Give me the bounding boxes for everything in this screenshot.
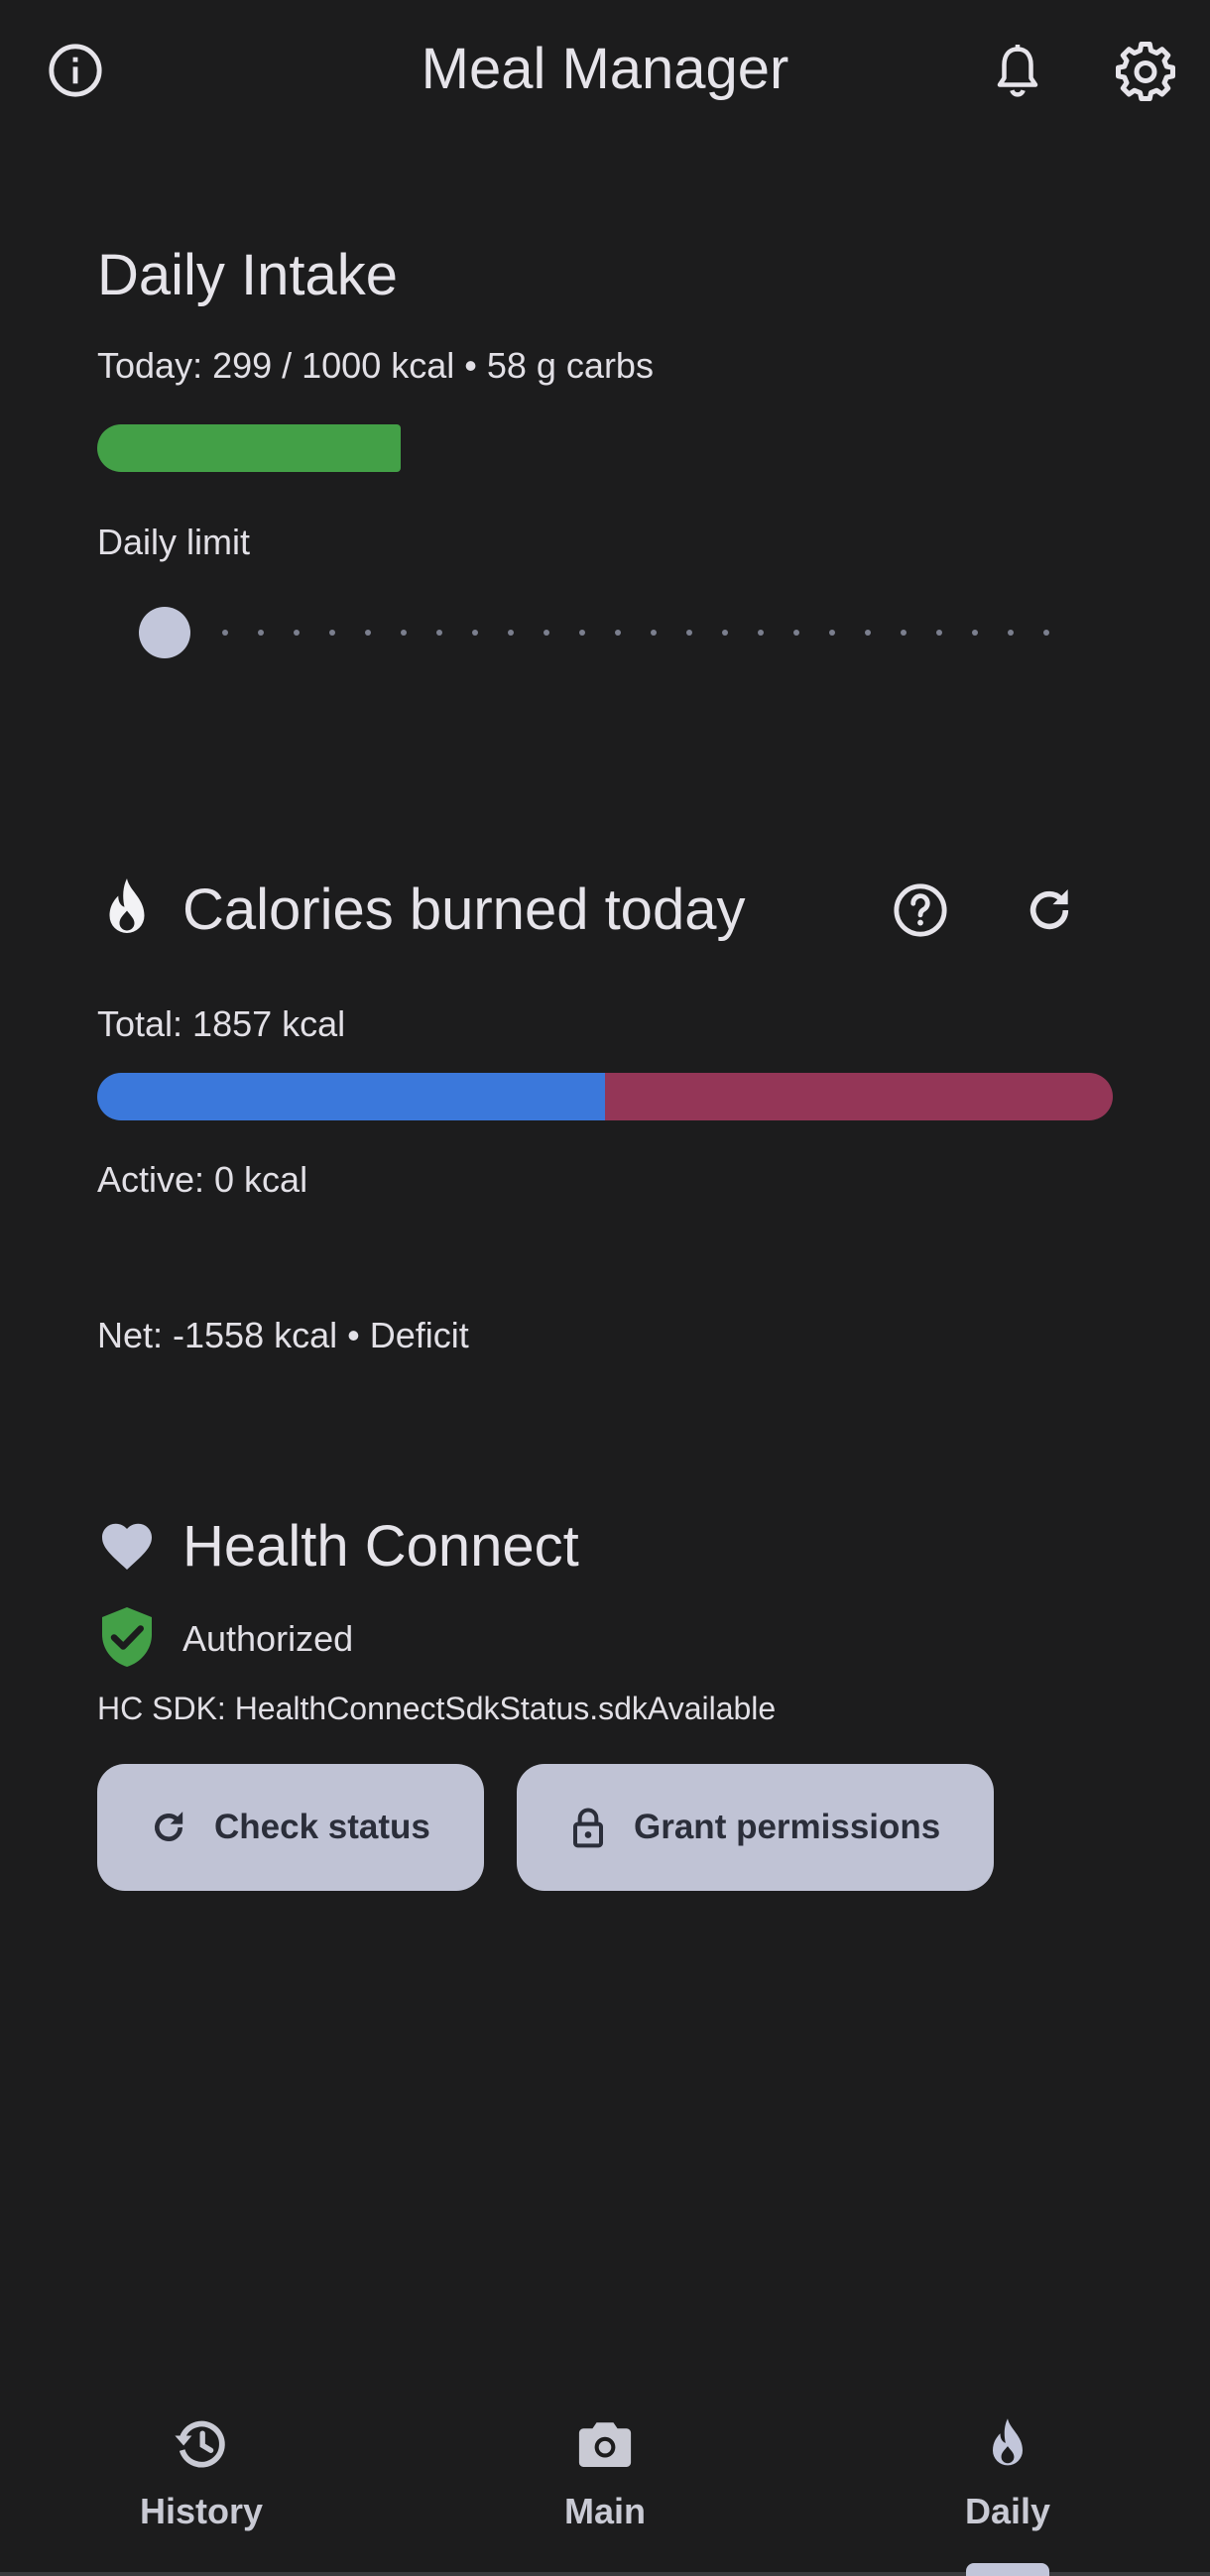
- heart-icon: [97, 1517, 157, 1577]
- check-status-label: Check status: [214, 1808, 430, 1846]
- burned-segment-base: [97, 1073, 605, 1120]
- slider-tick-dot: [544, 630, 549, 636]
- slider-tick-dot: [508, 630, 514, 636]
- help-icon: [894, 883, 947, 937]
- grant-permissions-button[interactable]: Grant permissions: [517, 1764, 994, 1891]
- help-button[interactable]: [889, 873, 952, 948]
- intake-progress-bar: [97, 424, 1113, 472]
- slider-tick-dot: [829, 630, 835, 636]
- flame-icon: [973, 2409, 1042, 2479]
- nav-item-main[interactable]: Main: [456, 2409, 754, 2548]
- gear-icon: [1116, 42, 1175, 101]
- check-status-button[interactable]: Check status: [97, 1764, 484, 1891]
- lock-icon: [572, 1808, 604, 1848]
- flame-icon: [97, 873, 157, 944]
- authorization-status: Authorized: [182, 1618, 354, 1659]
- slider-tick-dot: [472, 630, 478, 636]
- nav-item-history[interactable]: History: [53, 2409, 350, 2548]
- settings-button[interactable]: [1105, 36, 1186, 107]
- slider-tick-dot: [722, 630, 728, 636]
- slider-tick-dot: [401, 630, 407, 636]
- slider-tick-dot: [258, 630, 264, 636]
- slider-tick-dot: [651, 630, 657, 636]
- daily-limit-label: Daily limit: [97, 522, 251, 562]
- nav-selected-indicator: [966, 2563, 1049, 2576]
- daily-intake-title: Daily Intake: [97, 243, 399, 307]
- bottom-navigation: History Main Daily: [0, 2380, 1210, 2576]
- nav-label-main: Main: [563, 2491, 646, 2531]
- intake-summary: Today: 299 / 1000 kcal • 58 g carbs: [97, 345, 654, 386]
- refresh-icon: [1029, 889, 1069, 930]
- slider-tick-dot: [1008, 630, 1014, 636]
- refresh-button[interactable]: [1018, 873, 1081, 948]
- refresh-icon: [155, 1812, 183, 1841]
- nav-item-daily[interactable]: Daily: [859, 2409, 1156, 2548]
- nav-label-daily: Daily: [964, 2491, 1051, 2531]
- slider-tick-dot: [865, 630, 871, 636]
- slider-tick-dot: [758, 630, 764, 636]
- camera-icon: [570, 2409, 640, 2479]
- slider-tick-dot: [294, 630, 300, 636]
- slider-tick-dot: [329, 630, 335, 636]
- slider-tick-dot: [436, 630, 442, 636]
- bell-icon: [997, 45, 1038, 97]
- intake-progress-fill: [97, 424, 402, 472]
- shield-check-icon: [97, 1604, 157, 1672]
- calories-burned-title: Calories burned today: [182, 878, 746, 942]
- burned-breakdown-bar: [97, 1073, 1113, 1120]
- slider-tick-dot: [579, 630, 585, 636]
- slider-tick-dot: [901, 630, 907, 636]
- slider-tick-dot: [615, 630, 621, 636]
- grant-permissions-label: Grant permissions: [634, 1808, 941, 1846]
- daily-limit-slider[interactable]: [119, 587, 1061, 678]
- burned-segment-remainder: [605, 1073, 1113, 1120]
- sdk-status-label: HC SDK: HealthConnectSdkStatus.sdkAvaila…: [97, 1691, 777, 1726]
- slider-tick-dot: [365, 630, 371, 636]
- slider-tick-dot: [793, 630, 799, 636]
- slider-tick-dot: [222, 630, 228, 636]
- history-icon: [167, 2409, 236, 2479]
- nav-label-history: History: [139, 2491, 264, 2531]
- slider-tick-dot: [1043, 630, 1049, 636]
- slider-tick-dot: [686, 630, 692, 636]
- active-calories-label: Active: 0 kcal: [97, 1159, 308, 1200]
- net-calories-label: Net: -1558 kcal • Deficit: [97, 1315, 469, 1355]
- notifications-button[interactable]: [978, 36, 1057, 107]
- total-burned-label: Total: 1857 kcal: [97, 1003, 346, 1044]
- slider-tick-dot: [936, 630, 942, 636]
- health-connect-title: Health Connect: [182, 1514, 579, 1579]
- slider-thumb[interactable]: [139, 607, 190, 658]
- slider-tick-dot: [972, 630, 978, 636]
